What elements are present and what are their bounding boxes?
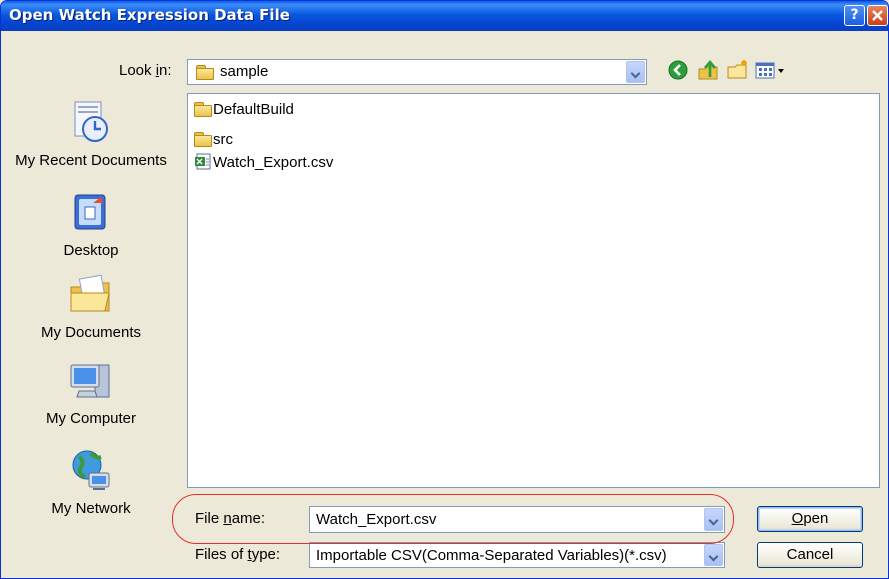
cancel-button[interactable]: Cancel <box>757 542 863 568</box>
list-item[interactable]: DefaultBuild <box>194 101 294 121</box>
title-bar[interactable]: Open Watch Expression Data File ? <box>1 1 888 31</box>
file-type-value: Importable CSV(Comma-Separated Variables… <box>316 547 667 564</box>
close-icon <box>872 10 883 21</box>
look-in-dropdown-button[interactable] <box>626 61 645 83</box>
place-label: My Network <box>51 500 131 517</box>
place-recent-documents[interactable]: My Recent Documents <box>7 99 175 170</box>
file-name-input[interactable]: Watch_Export.csv <box>309 506 725 533</box>
new-folder-icon[interactable] <box>725 57 751 83</box>
open-file-dialog: Open Watch Expression Data File ? Look i… <box>0 0 889 579</box>
look-in-label: Look in: <box>119 62 172 79</box>
my-documents-icon <box>70 274 110 312</box>
place-my-computer[interactable]: My Computer <box>7 357 175 428</box>
file-name-text: Watch_Export.csv <box>213 154 334 171</box>
file-type-select[interactable]: Importable CSV(Comma-Separated Variables… <box>309 542 725 568</box>
open-button[interactable]: Open <box>757 506 863 532</box>
desktop-icon <box>74 194 106 230</box>
file-type-label: Files of type: <box>195 546 281 563</box>
file-name-label: File name: <box>195 510 266 527</box>
look-in-combo[interactable]: sample <box>187 59 647 85</box>
place-label: My Documents <box>40 324 142 341</box>
place-label: My Computer <box>45 410 137 427</box>
file-list[interactable]: DefaultBuild src Watch_Export.csv <box>187 93 880 488</box>
place-my-network[interactable]: My Network <box>7 447 175 518</box>
file-type-dropdown-button[interactable] <box>704 544 723 566</box>
file-name-text: src <box>213 131 233 148</box>
close-button[interactable] <box>867 5 888 26</box>
dialog-title: Open Watch Expression Data File <box>9 6 290 24</box>
recent-documents-icon <box>74 101 108 142</box>
place-label: Desktop <box>63 242 119 259</box>
view-menu-icon[interactable] <box>753 57 789 83</box>
places-bar: My Recent Documents Desktop My Documents <box>7 91 175 575</box>
back-icon[interactable] <box>665 57 691 83</box>
excel-csv-icon <box>195 153 211 170</box>
folder-icon <box>194 132 212 147</box>
up-folder-icon[interactable] <box>695 57 721 83</box>
look-in-value: sample <box>220 63 269 80</box>
my-network-icon <box>72 450 110 490</box>
help-button[interactable]: ? <box>844 5 865 26</box>
my-computer-icon <box>70 364 110 398</box>
file-name-dropdown-button[interactable] <box>704 508 723 531</box>
file-name-value: Watch_Export.csv <box>316 511 437 528</box>
folder-icon <box>196 65 214 80</box>
list-item[interactable]: Watch_Export.csv <box>194 153 333 173</box>
place-desktop[interactable]: Desktop <box>7 189 175 260</box>
file-name-text: DefaultBuild <box>213 101 294 118</box>
place-my-documents[interactable]: My Documents <box>7 271 175 342</box>
list-item[interactable]: src <box>194 131 233 151</box>
place-label: My Recent Documents <box>15 152 167 169</box>
folder-icon <box>194 102 212 117</box>
